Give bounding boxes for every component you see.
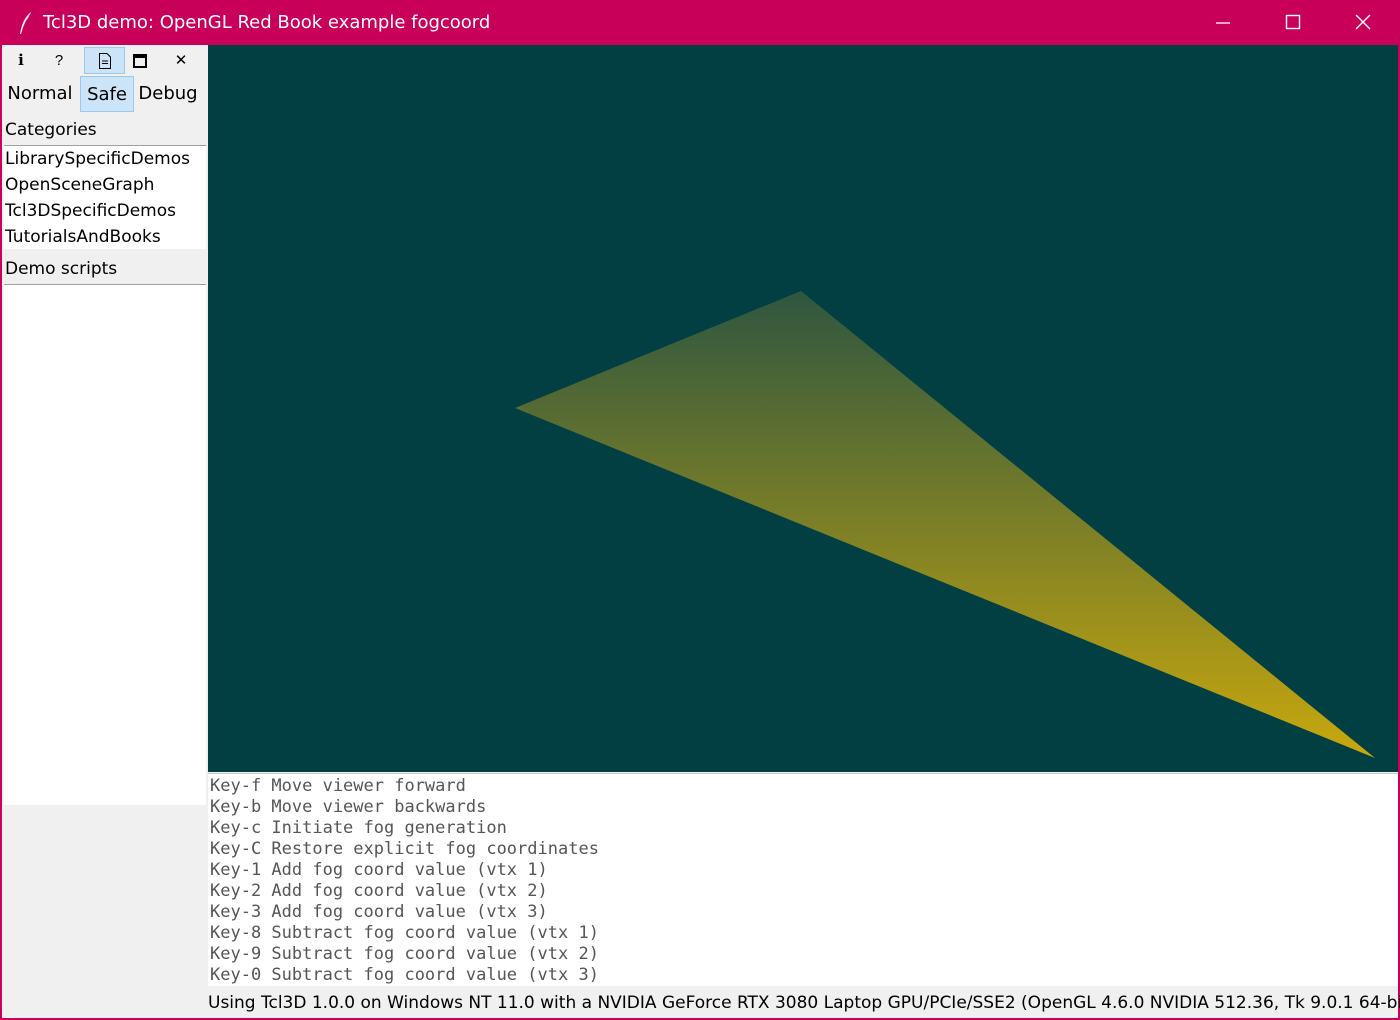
list-item[interactable]: OpenSceneGraph (4, 172, 206, 198)
status-bar: Using Tcl3D 1.0.0 on Windows NT 11.0 wit… (208, 993, 1400, 1013)
mode-safe-button[interactable]: Safe (80, 76, 134, 112)
mode-debug-button[interactable]: Debug (136, 76, 200, 112)
fog-triangle-scene (515, 291, 1375, 758)
title-bar[interactable]: Tcl3D demo: OpenGL Red Book example fogc… (0, 0, 1400, 45)
list-item[interactable]: LibrarySpecificDemos (4, 146, 206, 172)
maximize-button[interactable] (1258, 0, 1328, 45)
info-icon[interactable]: i (2, 47, 40, 74)
opengl-viewport[interactable] (208, 45, 1398, 772)
help-icon[interactable]: ? (40, 47, 78, 74)
maximize-icon (1285, 14, 1301, 30)
list-item[interactable]: TutorialsAndBooks (4, 224, 206, 250)
close-button[interactable] (1328, 0, 1398, 45)
close-x-icon[interactable]: ✕ (162, 47, 200, 74)
feather-icon (20, 12, 31, 34)
close-icon (1355, 14, 1371, 30)
maximize-square-icon[interactable] (121, 47, 159, 74)
help-line: Key-0 Subtract fog coord value (vtx 3) (210, 965, 599, 985)
help-line: Key-f Move viewer forward (210, 776, 466, 796)
help-text-area[interactable]: Key-f Move viewer forward Key-b Move vie… (208, 773, 1398, 986)
categories-label: Categories (5, 120, 97, 140)
categories-listbox[interactable]: LibrarySpecificDemos OpenSceneGraph Tcl3… (4, 145, 206, 249)
window-title: Tcl3D demo: OpenGL Red Book example fogc… (43, 12, 491, 33)
help-line: Key-c Initiate fog generation (210, 818, 507, 838)
demo-scripts-label: Demo scripts (5, 259, 118, 279)
minimize-button[interactable] (1188, 0, 1258, 45)
document-icon[interactable] (84, 47, 125, 74)
mode-normal-button[interactable]: Normal (2, 76, 78, 112)
main-window: i ? ✕ Normal Safe Debug Categories Libra… (2, 45, 1400, 1018)
minimize-icon (1216, 22, 1230, 24)
help-line: Key-C Restore explicit fog coordinates (210, 839, 599, 859)
help-line: Key-2 Add fog coord value (vtx 2) (210, 881, 548, 901)
help-line: Key-1 Add fog coord value (vtx 1) (210, 860, 548, 880)
list-item[interactable]: Tcl3DSpecificDemos (4, 198, 206, 224)
help-line: Key-3 Add fog coord value (vtx 3) (210, 902, 548, 922)
help-line: Key-8 Subtract fog coord value (vtx 1) (210, 923, 599, 943)
help-line: Key-b Move viewer backwards (210, 797, 487, 817)
help-line: Key-9 Subtract fog coord value (vtx 2) (210, 944, 599, 964)
fog-triangle (515, 291, 1375, 758)
demo-scripts-listbox[interactable] (4, 284, 206, 805)
